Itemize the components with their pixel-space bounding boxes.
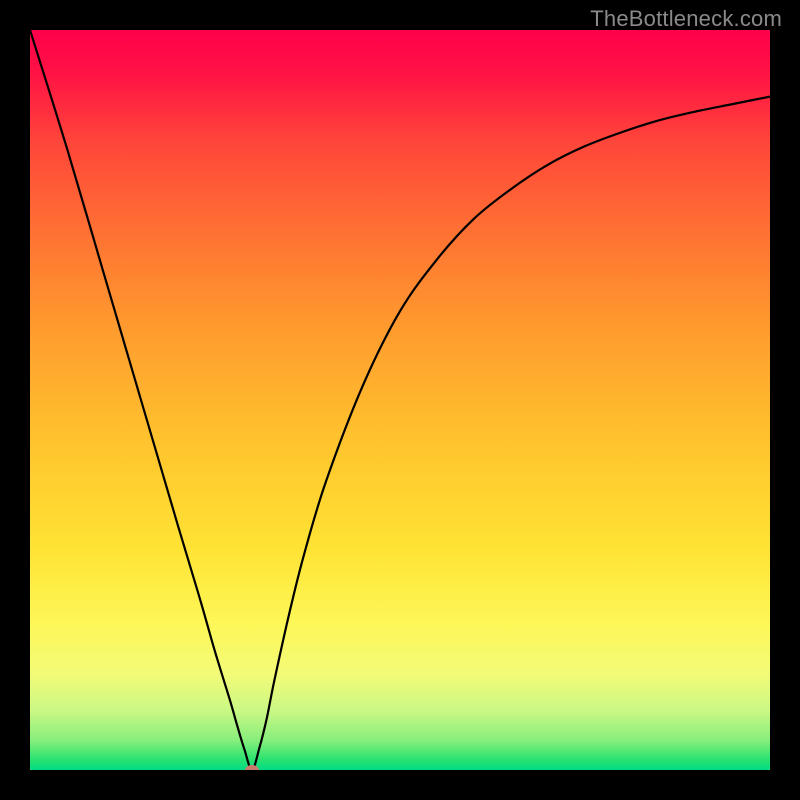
watermark-text: TheBottleneck.com — [590, 6, 782, 32]
plot-area — [30, 30, 770, 770]
chart-frame: TheBottleneck.com — [0, 0, 800, 800]
optimum-marker — [245, 765, 259, 770]
bottleneck-curve — [30, 30, 770, 770]
